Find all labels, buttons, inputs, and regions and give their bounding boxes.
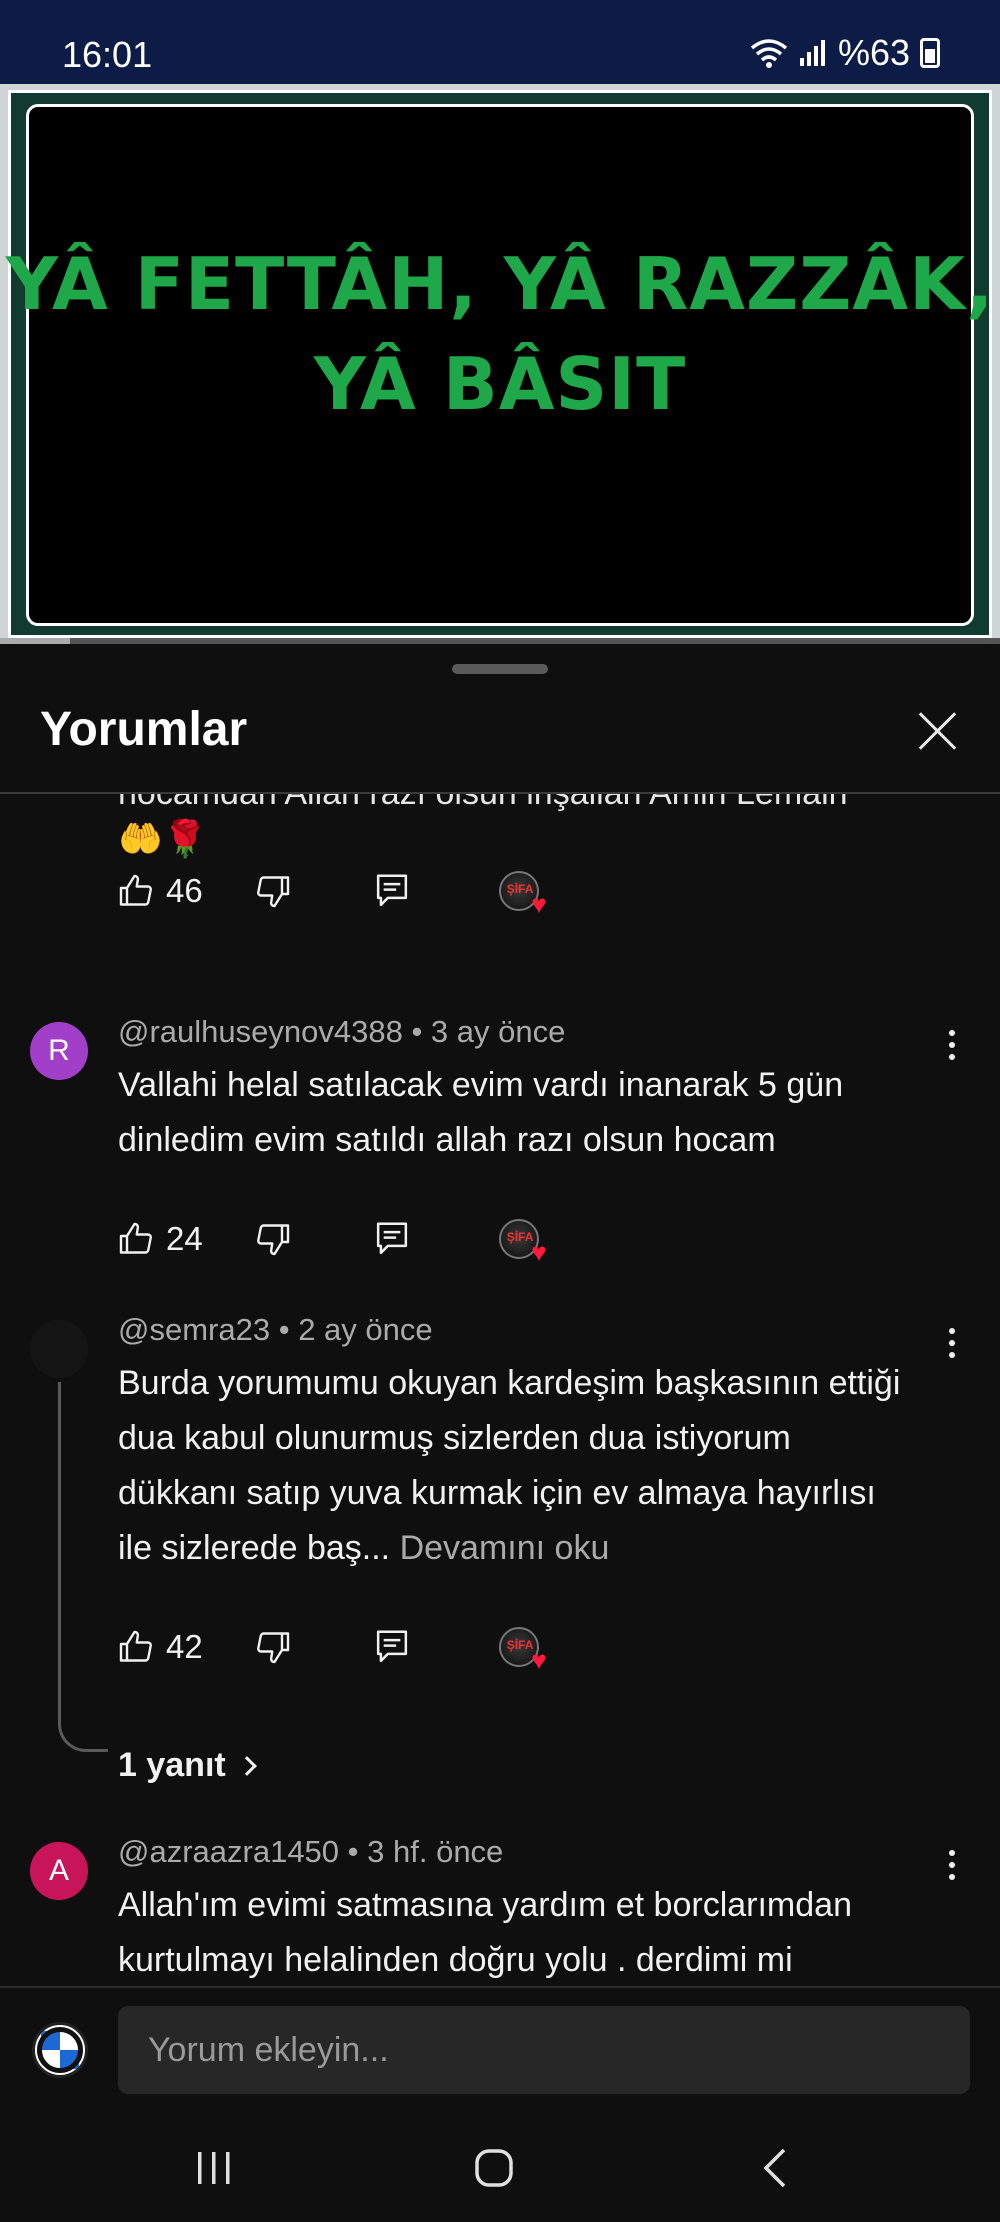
comment-author[interactable]: @raulhuseynov4388 (118, 1014, 403, 1049)
thumbs-down-icon (255, 1221, 291, 1257)
comment-emoji: 🤲🌹 (118, 818, 208, 859)
creator-heart: ŞİFA ♥ (498, 871, 547, 917)
thumbs-up-icon (118, 873, 154, 909)
video-title-text: YÂ FETTÂH, YÂ RAZZÂK, YÂ BÂSIT (0, 234, 1000, 434)
reply-icon (375, 1221, 409, 1257)
reply-thread-line (58, 1382, 108, 1752)
thumbs-up-icon (118, 1221, 154, 1257)
avatar[interactable]: A (30, 1842, 88, 1900)
battery-icon (920, 38, 940, 68)
status-time: 16:01 (62, 34, 153, 75)
close-button[interactable] (912, 704, 964, 756)
comment-input[interactable] (118, 2006, 970, 2094)
comment-input-bar (0, 1986, 1000, 2106)
comment-meta: @semra23 • 2 ay önce (118, 1312, 433, 1347)
more-options-button[interactable] (942, 1318, 962, 1368)
replies-count: 1 yanıt (118, 1746, 226, 1784)
video-title-line2: YÂ BÂSIT (313, 342, 687, 426)
comment-meta: @azraazra1450 • 3 hf. önce (118, 1834, 504, 1869)
system-nav-bar (0, 2106, 1000, 2222)
more-options-button[interactable] (942, 1020, 962, 1070)
comments-sheet: Yorumlar hocamdan Allah razı olsun inşal… (0, 644, 1000, 1978)
comment-time: 3 ay önce (430, 1014, 566, 1049)
comment-text: Allah'ım evimi satmasına yardım et borcl… (118, 1886, 852, 1978)
comment-text: Vallahi helal satılacak evim vardı inana… (118, 1066, 844, 1159)
dislike-button[interactable] (255, 873, 291, 909)
video-title-line1: YÂ FETTÂH, YÂ RAZZÂK, (5, 242, 995, 326)
creator-heart-icon: ŞİFA ♥ (498, 871, 547, 917)
video-player[interactable]: YÂ FETTÂH, YÂ RAZZÂK, YÂ BÂSIT (0, 84, 1000, 644)
home-button[interactable] (454, 2128, 534, 2208)
reply-button[interactable] (375, 1629, 409, 1665)
battery-percent: %63 (837, 32, 910, 73)
status-icons: %63 (750, 32, 940, 74)
comments-title: Yorumlar (40, 703, 248, 756)
view-replies-button[interactable]: 1 yanıt (118, 1746, 257, 1785)
more-options-button[interactable] (942, 1840, 962, 1890)
thumbs-up-icon (118, 1629, 154, 1665)
comment-actions: 24 ŞİFA ♥ (118, 1214, 547, 1265)
like-button[interactable]: 24 (118, 1220, 203, 1258)
recents-icon (198, 2152, 230, 2184)
comment-meta: @raulhuseynov4388 • 3 ay önce (118, 1014, 566, 1049)
like-count: 46 (166, 872, 203, 909)
thumbs-down-icon (255, 873, 291, 909)
creator-heart: ŞİFA ♥ (498, 1219, 547, 1265)
read-more-link[interactable]: Devamını oku (400, 1529, 610, 1567)
avatar[interactable] (30, 1320, 88, 1378)
like-count: 24 (166, 1220, 203, 1257)
user-avatar (32, 2022, 88, 2078)
comment-text-partial: hocamdan Allah razı olsun inşallah Amin … (118, 794, 848, 813)
comment-actions: 46 ŞİFA ♥ (118, 866, 547, 917)
reply-button[interactable] (375, 1221, 409, 1257)
reply-icon (375, 1629, 409, 1665)
status-bar: 16:01 %63 (0, 0, 1000, 84)
chevron-right-icon (236, 1755, 257, 1776)
comments-list[interactable]: hocamdan Allah razı olsun inşallah Amin … (0, 794, 1000, 1978)
creator-heart-icon: ŞİFA ♥ (498, 1219, 547, 1265)
creator-heart-icon: ŞİFA ♥ (498, 1627, 547, 1673)
comment-time: 2 ay önce (298, 1312, 433, 1347)
comment-time: 3 hf. önce (367, 1834, 504, 1869)
avatar[interactable]: R (30, 1022, 88, 1080)
reply-icon (375, 873, 409, 909)
comment-author[interactable]: @azraazra1450 (118, 1834, 339, 1869)
reply-button[interactable] (375, 873, 409, 909)
signal-icon (799, 40, 825, 66)
drag-handle[interactable] (452, 664, 548, 674)
like-button[interactable]: 46 (118, 872, 203, 910)
wifi-icon (750, 39, 788, 68)
back-button[interactable] (736, 2128, 816, 2208)
comment-text-block: Burda yorumumu okuyan kardeşim başkasını… (118, 1356, 918, 1576)
home-icon (475, 2149, 513, 2187)
recents-button[interactable] (174, 2128, 254, 2208)
thumbs-down-icon (255, 1629, 291, 1665)
creator-heart: ŞİFA ♥ (498, 1627, 547, 1673)
like-button[interactable]: 42 (118, 1628, 203, 1666)
back-icon (763, 2148, 786, 2188)
comment-actions: 42 ŞİFA ♥ (118, 1622, 547, 1673)
dislike-button[interactable] (255, 1221, 291, 1257)
like-count: 42 (166, 1628, 203, 1665)
dislike-button[interactable] (255, 1629, 291, 1665)
comment-author[interactable]: @semra23 (118, 1312, 270, 1347)
